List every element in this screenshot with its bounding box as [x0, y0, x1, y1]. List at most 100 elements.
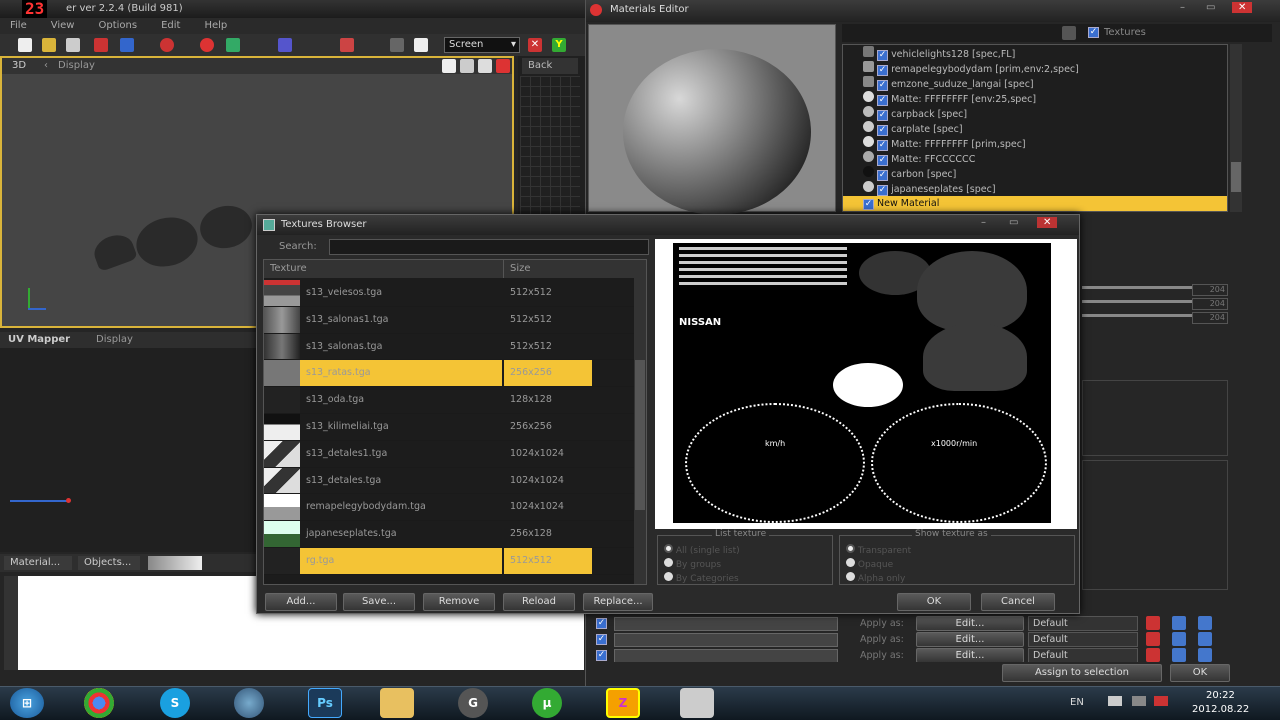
back-view-tab[interactable]: Back	[522, 58, 578, 74]
tool-icon[interactable]	[278, 38, 292, 52]
restore-icon[interactable]: ▭	[1009, 217, 1018, 228]
clock-date[interactable]: 2012.08.22	[1192, 704, 1249, 715]
skype-icon[interactable]: S	[160, 688, 190, 718]
close-icon[interactable]: ✕	[1232, 2, 1253, 13]
material-row-selected[interactable]: ✓ New Material	[843, 196, 1227, 211]
texture-row[interactable]: japaneseplates.tga 256x128	[264, 521, 634, 548]
texture-row[interactable]: s13_detales1.tga 1024x1024	[264, 440, 634, 468]
material-check[interactable]: ✓	[877, 95, 889, 106]
texture-row[interactable]: s13_veiesos.tga 512x512	[264, 280, 634, 307]
menu-file[interactable]: File	[10, 18, 27, 34]
ok-button[interactable]: OK	[897, 593, 971, 611]
camera-icon[interactable]	[478, 59, 492, 73]
material-row[interactable]: ✓ emzone_suduze_langai [spec]	[843, 76, 1227, 91]
maximize-icon[interactable]	[496, 59, 510, 73]
app-icon[interactable]	[680, 688, 714, 718]
material-row[interactable]: ✓ carplate [spec]	[843, 121, 1227, 136]
windows-start-icon[interactable]: ⊞	[10, 688, 44, 718]
texture-row[interactable]: s13_salonas1.tga 512x512	[264, 306, 634, 334]
texture-slot[interactable]	[614, 649, 838, 662]
material-check[interactable]: ✓	[877, 125, 889, 136]
material-check[interactable]: ✓	[877, 140, 889, 151]
add-button[interactable]: Add...	[265, 593, 337, 611]
texture-slot[interactable]	[614, 633, 838, 647]
edit-button[interactable]: Edit...	[916, 632, 1024, 647]
stop-icon[interactable]	[200, 38, 214, 52]
open-icon[interactable]	[42, 38, 56, 52]
uv-display[interactable]: Display	[96, 334, 133, 345]
texture-row[interactable]: s13_salonas.tga 512x512	[264, 333, 634, 361]
chrome-icon[interactable]	[84, 688, 114, 718]
material-check[interactable]: ✓	[877, 170, 889, 181]
menu-view[interactable]: View	[51, 18, 75, 34]
materials-ok-button[interactable]: OK	[1170, 664, 1230, 682]
tab-materials[interactable]: Material...	[4, 556, 72, 570]
screen-select[interactable]: Screen ▾	[444, 37, 520, 53]
slider-strip[interactable]	[148, 556, 202, 570]
flag-icon[interactable]	[1108, 696, 1122, 706]
material-row[interactable]: ✓ Matte: FFCCCCCC	[843, 151, 1227, 166]
material-row[interactable]: ✓ remapelegybodydam [prim,env:2,spec]	[843, 61, 1227, 76]
copy-icon[interactable]	[1198, 648, 1212, 662]
network-icon[interactable]	[234, 688, 264, 718]
restore-icon[interactable]: ▭	[1206, 2, 1215, 13]
radio-alpha[interactable]: Alpha only	[846, 572, 905, 584]
apply-check[interactable]: ✓	[596, 618, 607, 629]
cancel-button[interactable]: Cancel	[981, 593, 1055, 611]
remove-icon[interactable]	[1146, 632, 1160, 646]
edit-button[interactable]: Edit...	[916, 616, 1024, 631]
explorer-icon[interactable]	[380, 688, 414, 718]
mode-select[interactable]: Default	[1028, 616, 1138, 631]
material-row[interactable]: ✓ Matte: FFFFFFFF [prim,spec]	[843, 136, 1227, 151]
copy-icon[interactable]	[1198, 632, 1212, 646]
minimize-icon[interactable]: –	[1180, 2, 1185, 13]
assign-to-selection-button[interactable]: Assign to selection	[1002, 664, 1162, 682]
material-check[interactable]: ✓	[877, 65, 889, 76]
uv-mapper-panel[interactable]: UV Mapper Display	[0, 332, 260, 552]
radio-groups[interactable]: By groups	[664, 558, 721, 570]
texture-slot[interactable]	[614, 617, 838, 631]
y-axis-icon[interactable]: Y	[552, 38, 566, 52]
remove-button[interactable]: Remove	[423, 593, 495, 611]
texture-toggle-icon[interactable]	[1062, 26, 1076, 40]
texture-row-selected[interactable]: rg.tga 512x512	[264, 547, 634, 575]
clock-time[interactable]: 20:22	[1206, 690, 1235, 701]
network-tray-icon[interactable]	[1132, 696, 1146, 706]
menu-options[interactable]: Options	[98, 18, 137, 34]
copy-icon[interactable]	[1198, 616, 1212, 630]
material-check[interactable]: ✓	[877, 110, 889, 121]
material-row[interactable]: ✓ japaneseplates [spec]	[843, 181, 1227, 196]
texture-row[interactable]: s13_oda.tga 128x128	[264, 387, 634, 414]
close-icon[interactable]: ✕	[1037, 217, 1058, 228]
apply-check[interactable]: ✓	[596, 634, 607, 645]
scroll-thumb[interactable]	[1231, 162, 1241, 192]
menu-edit[interactable]: Edit	[161, 18, 180, 34]
menu-help[interactable]: Help	[204, 18, 227, 34]
close-x-icon[interactable]: ✕	[528, 38, 542, 52]
radio-all[interactable]: All (single list)	[664, 544, 740, 556]
record-icon[interactable]	[160, 38, 174, 52]
material-row[interactable]: ✓ carbon [spec]	[843, 166, 1227, 181]
material-check[interactable]: ✓	[877, 185, 889, 196]
search-input[interactable]	[329, 239, 649, 255]
window-icon[interactable]	[1172, 616, 1186, 630]
grid-icon[interactable]	[226, 38, 240, 52]
radio-opaque[interactable]: Opaque	[846, 558, 893, 570]
view-icon[interactable]	[442, 59, 456, 73]
mode-select[interactable]: Default	[1028, 648, 1138, 662]
material-row[interactable]: ✓ carpback [spec]	[843, 106, 1227, 121]
zmodeler-icon[interactable]: Z	[606, 688, 640, 718]
texture-row[interactable]: s13_detales.tga 1024x1024	[264, 467, 634, 495]
viewport-display[interactable]: Display	[58, 60, 95, 71]
col-texture[interactable]: Texture	[264, 260, 504, 278]
edit-button[interactable]: Edit...	[916, 648, 1024, 662]
texture-list[interactable]: Texture Size s13_veiesos.tga 512x512 s13_…	[263, 259, 647, 585]
photoshop-icon[interactable]: Ps	[308, 688, 342, 718]
material-row[interactable]: ✓ vehiclelights128 [spec,FL]	[843, 46, 1227, 61]
tab-objects[interactable]: Objects...	[78, 556, 140, 570]
apply-check[interactable]: ✓	[596, 650, 607, 661]
material-check[interactable]: ✓	[877, 155, 889, 166]
radio-transparent[interactable]: Transparent	[846, 544, 911, 556]
chart-icon[interactable]	[414, 38, 428, 52]
slider-value[interactable]: 204	[1192, 284, 1228, 296]
